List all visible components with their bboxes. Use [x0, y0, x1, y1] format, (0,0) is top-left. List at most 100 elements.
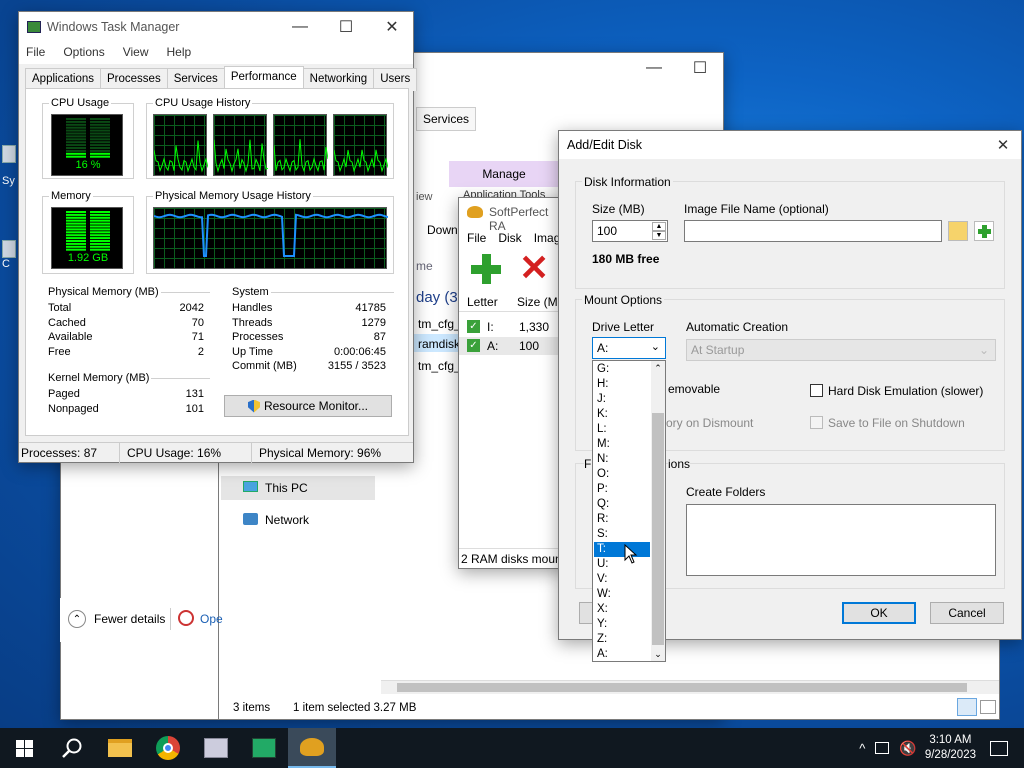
windows-logo-icon: [15, 739, 33, 757]
start-button[interactable]: [0, 728, 48, 768]
tm-menu-view[interactable]: View: [123, 45, 149, 61]
dropdown-scrollbar[interactable]: ⌃ ⌄: [651, 361, 665, 661]
scroll-up-icon[interactable]: ⌃: [651, 361, 665, 375]
explorer-minimize-icon[interactable]: —: [631, 53, 677, 83]
tm-minimize-icon[interactable]: —: [277, 12, 323, 42]
ramdisk-row-2[interactable]: ✓ A: 100: [459, 337, 569, 355]
ramdisk-taskbar-button[interactable]: [288, 728, 336, 768]
ribbon-download-partial[interactable]: Down: [427, 223, 458, 237]
explorer-maximize-icon[interactable]: ☐: [677, 53, 723, 83]
file-explorer-button[interactable]: [96, 728, 144, 768]
nav-network[interactable]: Network: [265, 513, 309, 527]
drive-letter-option[interactable]: W:: [594, 587, 650, 602]
scrollbar-thumb[interactable]: [397, 683, 967, 692]
file-row-1[interactable]: tm_cfg_: [418, 317, 461, 331]
ramdisk-menu-image[interactable]: Imag: [534, 231, 561, 245]
open-link-partial[interactable]: Ope: [200, 612, 223, 626]
ramdisk-list-header: Letter Size (MB: [459, 290, 569, 312]
drive-letter-option[interactable]: N:: [594, 452, 650, 467]
drive-letter-option[interactable]: H:: [594, 377, 650, 392]
chevron-down-icon[interactable]: ⌄: [651, 340, 660, 353]
tm-menu-help[interactable]: Help: [167, 45, 192, 61]
ramdisk-title: SoftPerfect RA: [489, 205, 549, 233]
drive-letter-select[interactable]: A: ⌄: [592, 337, 666, 359]
folder-icon[interactable]: [948, 221, 968, 241]
show-hidden-icons-chevron[interactable]: ^: [859, 741, 865, 756]
check-icon[interactable]: ✓: [467, 320, 480, 333]
task-manager-window: Windows Task Manager — ☐ ✕ File Options …: [18, 11, 418, 463]
tab-performance[interactable]: Performance: [223, 66, 304, 89]
image-file-input[interactable]: [684, 220, 942, 242]
create-folders-textarea[interactable]: [686, 504, 996, 576]
col-letter[interactable]: Letter: [467, 295, 498, 309]
scroll-down-icon[interactable]: ⌄: [651, 647, 665, 661]
drive-letter-option[interactable]: X:: [594, 602, 650, 617]
meter-bar: [66, 245, 86, 248]
drive-letter-option[interactable]: S:: [594, 527, 650, 542]
desktop-icon-partial-2[interactable]: [2, 240, 16, 258]
notifications-icon[interactable]: [990, 740, 1008, 756]
file-row-3[interactable]: tm_cfg_: [418, 359, 461, 373]
drive-letter-option[interactable]: O:: [594, 467, 650, 482]
tiles-view-icon[interactable]: [980, 700, 996, 714]
ribbon-view-partial[interactable]: iew: [416, 191, 433, 203]
task-manager-taskbar-button[interactable]: [192, 728, 240, 768]
horizontal-scrollbar[interactable]: [381, 680, 999, 694]
volume-muted-icon[interactable]: 🔇: [899, 740, 916, 757]
meter-bar: [66, 132, 86, 135]
tray-clock[interactable]: 3:10 AM 9/28/2023: [925, 733, 976, 763]
dialog-close-icon[interactable]: ✕: [983, 131, 1023, 159]
tm-close-icon[interactable]: ✕: [369, 12, 415, 42]
details-view-icon[interactable]: [957, 698, 977, 716]
size-stepper[interactable]: 100 ▲ ▼: [592, 220, 668, 242]
drive-letter-option[interactable]: L:: [594, 422, 650, 437]
add-disk-icon[interactable]: [471, 254, 501, 284]
drive-letter-option[interactable]: K:: [594, 407, 650, 422]
drive-letter-option[interactable]: Y:: [594, 617, 650, 632]
chevron-up-icon[interactable]: ⌃: [68, 610, 86, 628]
drive-letter-dropdown: G: H: J: K: L: M: N: O: P: Q: R: S: T: U: V: W: X: Y: Z: A:…: [592, 360, 666, 662]
network-tray-icon[interactable]: [875, 742, 890, 754]
remove-disk-icon[interactable]: ✕: [519, 250, 549, 286]
check-icon[interactable]: ✓: [467, 339, 480, 352]
perfmon-taskbar-button[interactable]: [240, 728, 288, 768]
drive-letter-option[interactable]: R:: [594, 512, 650, 527]
drive-letter-option[interactable]: G:: [594, 362, 650, 377]
stepper-down-icon[interactable]: ▼: [652, 231, 666, 240]
drive-letter-option[interactable]: Z:: [594, 632, 650, 647]
ramdisk-menu-file[interactable]: File: [467, 231, 486, 245]
physical-memory-rows: Total 2042 Cached 70 Available 71 Free 2: [48, 301, 204, 359]
drive-letter-option[interactable]: M:: [594, 437, 650, 452]
explorer-services-tab[interactable]: Services: [416, 107, 477, 131]
tm-maximize-icon[interactable]: ☐: [323, 12, 369, 42]
ribbon-manage-tab[interactable]: Manage: [449, 161, 559, 187]
physical-memory-value: 71: [191, 331, 204, 343]
column-name-partial[interactable]: me: [416, 259, 433, 273]
nav-this-pc[interactable]: This PC: [265, 481, 308, 495]
tm-menu-options[interactable]: Options: [63, 45, 104, 61]
cancel-button[interactable]: Cancel: [930, 602, 1004, 624]
file-row-2[interactable]: ramdisk: [418, 337, 460, 351]
ramdisk-menu-disk[interactable]: Disk: [498, 231, 521, 245]
fewer-details-link[interactable]: Fewer details: [94, 612, 165, 626]
drive-letter-option[interactable]: J:: [594, 392, 650, 407]
cpu-usage-value: 16 %: [75, 159, 101, 171]
resource-monitor-button[interactable]: Resource Monitor...: [224, 395, 392, 417]
drive-letter-option[interactable]: T:: [594, 542, 650, 557]
system-value: 1279: [361, 316, 386, 329]
drive-letter-option[interactable]: U:: [594, 557, 650, 572]
search-button[interactable]: [48, 728, 96, 768]
tm-menu-file[interactable]: File: [26, 45, 45, 61]
drive-letter-option[interactable]: Q:: [594, 497, 650, 512]
desktop-icon-partial[interactable]: [2, 145, 16, 163]
drive-letter-option[interactable]: V:: [594, 572, 650, 587]
ok-button[interactable]: OK: [842, 602, 916, 624]
ramdisk-row-1[interactable]: ✓ I: 1,330: [459, 318, 569, 336]
drive-letter-option[interactable]: A:: [594, 647, 650, 662]
hard-disk-emulation-checkbox[interactable]: [810, 384, 823, 397]
stepper-up-icon[interactable]: ▲: [652, 222, 666, 231]
add-image-icon[interactable]: [974, 221, 994, 241]
dropdown-scrollbar-thumb[interactable]: [652, 413, 664, 645]
chrome-button[interactable]: [144, 728, 192, 768]
drive-letter-option[interactable]: P:: [594, 482, 650, 497]
